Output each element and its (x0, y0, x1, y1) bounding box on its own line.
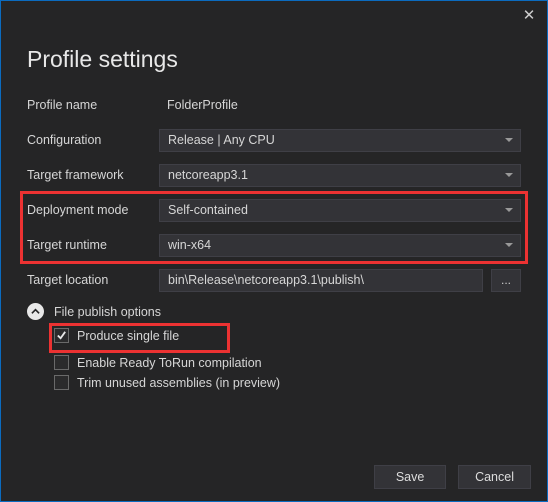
target-runtime-value: win-x64 (168, 238, 211, 252)
profile-name-row: Profile name FolderProfile (27, 93, 521, 117)
target-runtime-row: Target runtime win-x64 (27, 233, 521, 257)
deployment-mode-value: Self-contained (168, 203, 248, 217)
file-publish-options: Produce single file Enable Ready ToRun c… (54, 328, 521, 390)
target-location-value: bin\Release\netcoreapp3.1\publish\ (168, 273, 364, 287)
highlighted-section-2: Produce single file (49, 323, 230, 353)
trim-assemblies-checkbox[interactable]: Trim unused assemblies (in preview) (54, 375, 521, 390)
target-location-label: Target location (27, 273, 159, 287)
configuration-dropdown[interactable]: Release | Any CPU (159, 129, 521, 152)
produce-single-file-label: Produce single file (77, 329, 179, 343)
chevron-down-icon (505, 138, 513, 142)
produce-single-file-checkbox[interactable]: Produce single file (54, 328, 179, 343)
target-framework-value: netcoreapp3.1 (168, 168, 248, 182)
chevron-down-icon (505, 173, 513, 177)
page-title: Profile settings (27, 46, 521, 73)
target-framework-row: Target framework netcoreapp3.1 (27, 163, 521, 187)
chevron-up-icon[interactable] (27, 303, 44, 320)
target-location-input[interactable]: bin\Release\netcoreapp3.1\publish\ (159, 269, 483, 292)
cancel-button[interactable]: Cancel (458, 465, 531, 489)
target-location-row: Target location bin\Release\netcoreapp3.… (27, 268, 521, 292)
deployment-mode-label: Deployment mode (27, 203, 159, 217)
ready-to-run-checkbox[interactable]: Enable Ready ToRun compilation (54, 355, 521, 370)
checkbox-icon (54, 375, 69, 390)
profile-name-value: FolderProfile (159, 94, 521, 116)
target-runtime-dropdown[interactable]: win-x64 (159, 234, 521, 257)
ready-to-run-label: Enable Ready ToRun compilation (77, 356, 262, 370)
checkbox-icon (54, 355, 69, 370)
target-framework-label: Target framework (27, 168, 159, 182)
configuration-row: Configuration Release | Any CPU (27, 128, 521, 152)
save-button[interactable]: Save (374, 465, 446, 489)
configuration-value: Release | Any CPU (168, 133, 275, 147)
footer: Save Cancel (374, 465, 531, 489)
chevron-down-icon (505, 243, 513, 247)
target-framework-dropdown[interactable]: netcoreapp3.1 (159, 164, 521, 187)
target-runtime-label: Target runtime (27, 238, 159, 252)
chevron-down-icon (505, 208, 513, 212)
deployment-mode-dropdown[interactable]: Self-contained (159, 199, 521, 222)
browse-button[interactable]: ... (491, 269, 521, 292)
highlighted-section-1: Deployment mode Self-contained Target ru… (20, 191, 528, 264)
configuration-label: Configuration (27, 133, 159, 147)
file-publish-expander[interactable]: File publish options (27, 303, 521, 320)
close-button[interactable]: ✕ (520, 7, 538, 25)
profile-name-label: Profile name (27, 98, 159, 112)
expander-label: File publish options (54, 305, 161, 319)
checkbox-icon (54, 328, 69, 343)
trim-assemblies-label: Trim unused assemblies (in preview) (77, 376, 280, 390)
deployment-mode-row: Deployment mode Self-contained (27, 198, 521, 222)
